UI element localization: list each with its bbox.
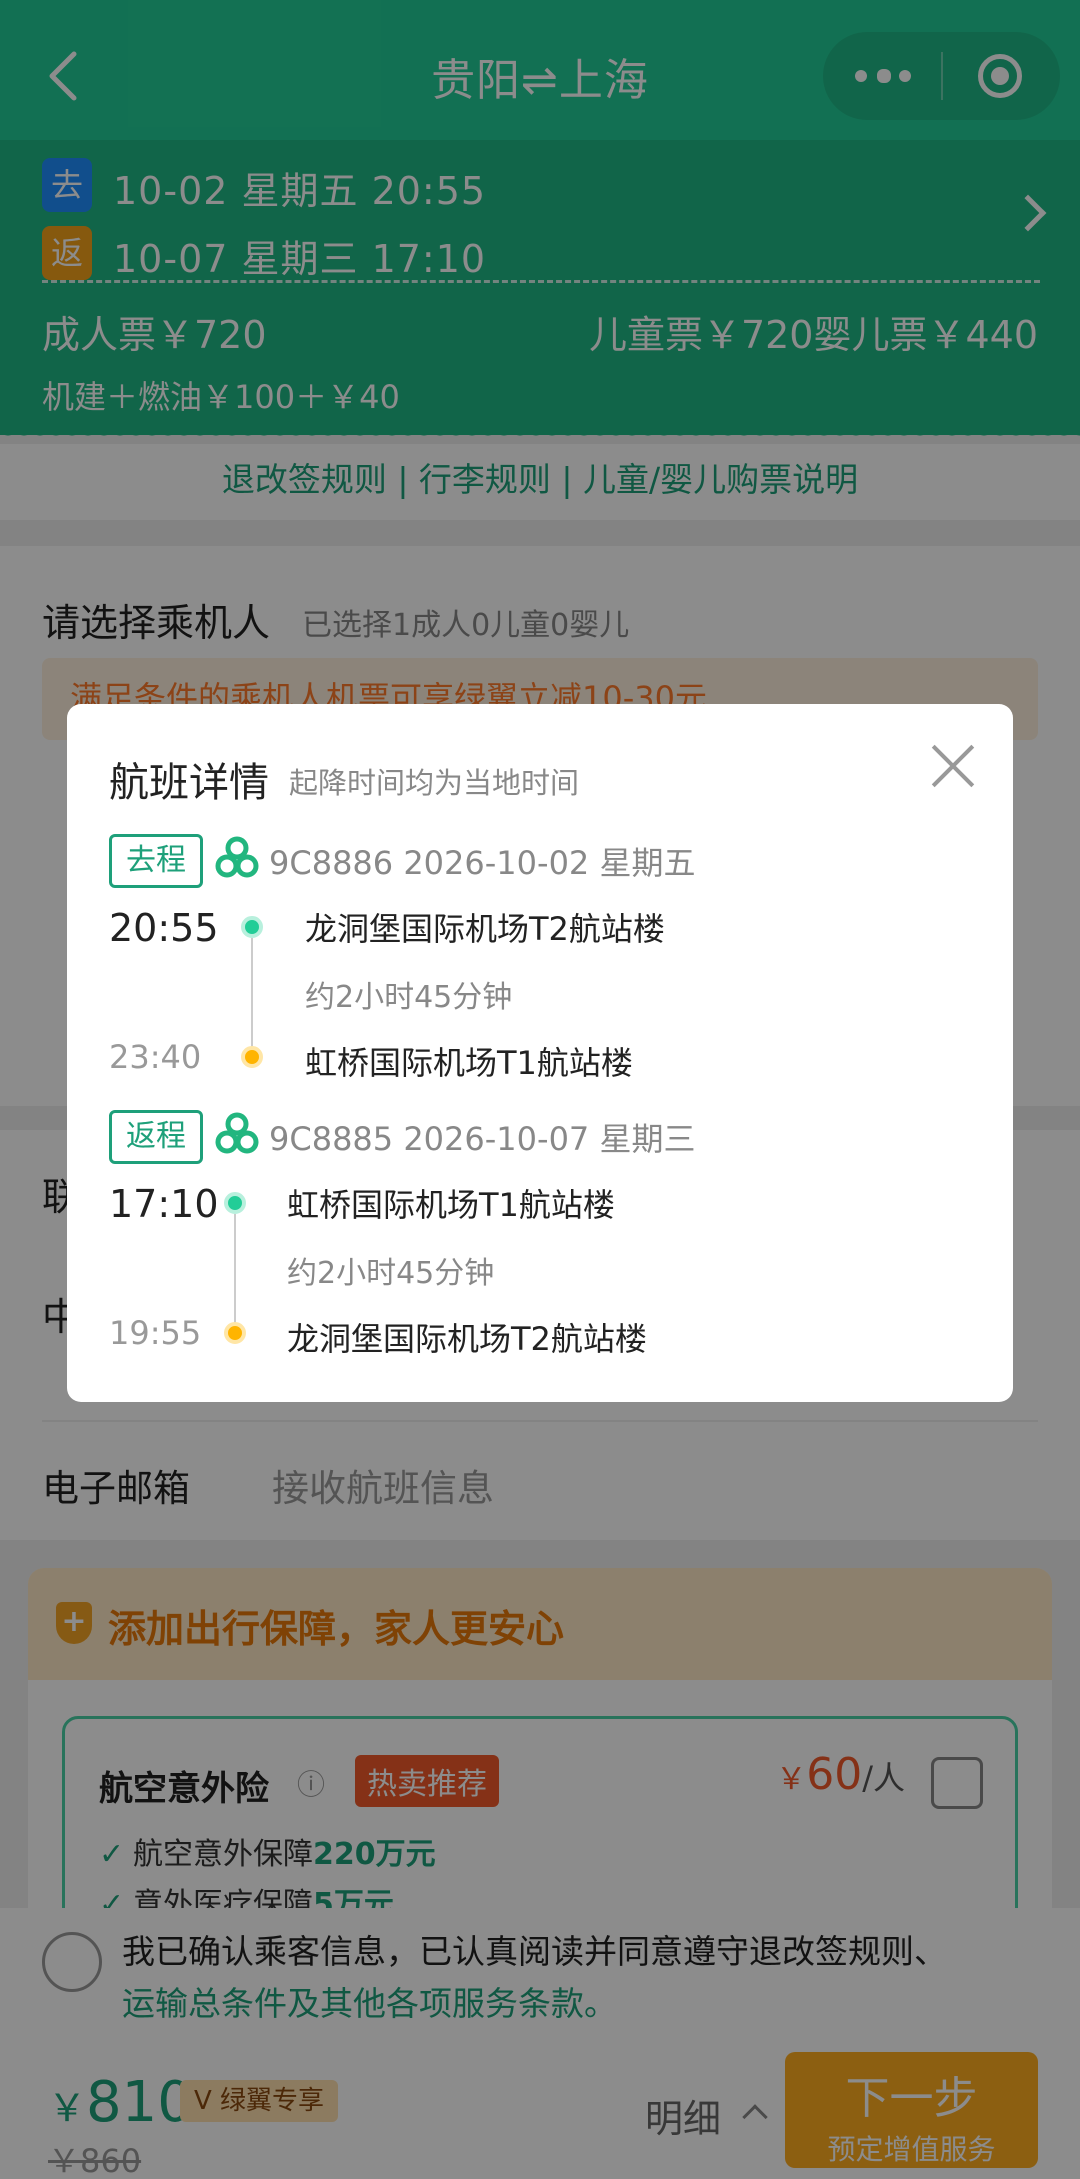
arrival-dot-icon <box>241 1046 263 1068</box>
flight-info: 9C8885 2026-10-07 星期三 <box>269 1120 696 1158</box>
flight-info: 9C8886 2026-10-02 星期五 <box>269 844 696 882</box>
arrival-time: 19:55 <box>109 1314 202 1352</box>
modal-subtitle: 起降时间均为当地时间 <box>289 766 580 800</box>
departure-dot-icon <box>224 1192 246 1214</box>
departure-time: 17:10 <box>109 1182 219 1226</box>
departure-airport: 龙洞堡国际机场T2航站楼 <box>305 910 665 948</box>
flight-duration: 约2小时45分钟 <box>287 1256 495 1291</box>
arrival-dot-icon <box>224 1322 246 1344</box>
arrival-airport: 虹桥国际机场T1航站楼 <box>305 1044 633 1082</box>
leg-tag-return: 返程 <box>109 1110 203 1164</box>
airline-logo-icon <box>215 836 259 878</box>
modal-title: 航班详情 <box>109 760 269 806</box>
arrival-airport: 龙洞堡国际机场T2航站楼 <box>287 1320 647 1358</box>
close-icon[interactable] <box>929 742 977 790</box>
flight-duration: 约2小时45分钟 <box>305 980 513 1015</box>
airline-logo-icon <box>215 1112 259 1154</box>
leg-tag-outbound: 去程 <box>109 834 203 888</box>
flight-detail-modal: 航班详情 起降时间均为当地时间 去程 9C8886 2026-10-02 星期五… <box>67 704 1013 1402</box>
arrival-time: 23:40 <box>109 1038 202 1076</box>
departure-time: 20:55 <box>109 906 219 950</box>
departure-dot-icon <box>241 916 263 938</box>
departure-airport: 虹桥国际机场T1航站楼 <box>287 1186 615 1224</box>
